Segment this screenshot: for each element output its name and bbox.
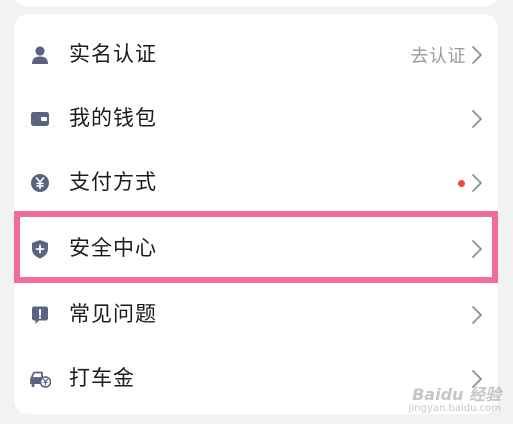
settings-menu-card: 实名认证 去认证 我的钱包 支付方式 安全中心 常见问题 打车金 (14, 14, 498, 414)
chevron-right-icon (470, 238, 484, 260)
menu-item-my-wallet[interactable]: 我的钱包 (14, 86, 498, 150)
yuan-coin-icon (29, 172, 51, 194)
menu-item-label: 实名认证 (69, 42, 157, 66)
menu-item-label: 支付方式 (69, 170, 157, 194)
notification-dot (458, 179, 465, 187)
chevron-right-icon (470, 172, 484, 194)
menu-item-label: 打车金 (69, 366, 135, 390)
menu-item-security-center[interactable]: 安全中心 (14, 216, 498, 280)
menu-item-real-name-verification[interactable]: 实名认证 去认证 (14, 22, 498, 86)
chevron-right-icon (470, 44, 484, 66)
menu-item-faq[interactable]: 常见问题 (14, 282, 498, 346)
menu-item-label: 安全中心 (69, 236, 157, 260)
exclamation-chat-icon (29, 304, 51, 326)
chevron-right-icon (470, 304, 484, 326)
shield-plus-icon (29, 238, 51, 260)
menu-item-label: 我的钱包 (69, 106, 157, 130)
car-yuan-icon (29, 368, 51, 390)
watermark-site: jingyan.baidu.com (408, 403, 501, 414)
watermark-brand: Baidu 经验 (412, 385, 501, 404)
chevron-right-icon (470, 108, 484, 130)
user-icon (29, 44, 51, 66)
wallet-icon (29, 108, 51, 130)
top-card-edge (14, 0, 498, 6)
menu-item-payment-methods[interactable]: 支付方式 (14, 150, 498, 214)
verification-status: 去认证 (410, 46, 466, 67)
menu-item-label: 常见问题 (69, 302, 157, 326)
baidu-jingyan-watermark: Baidu 经验 jingyan.baidu.com (409, 381, 501, 414)
